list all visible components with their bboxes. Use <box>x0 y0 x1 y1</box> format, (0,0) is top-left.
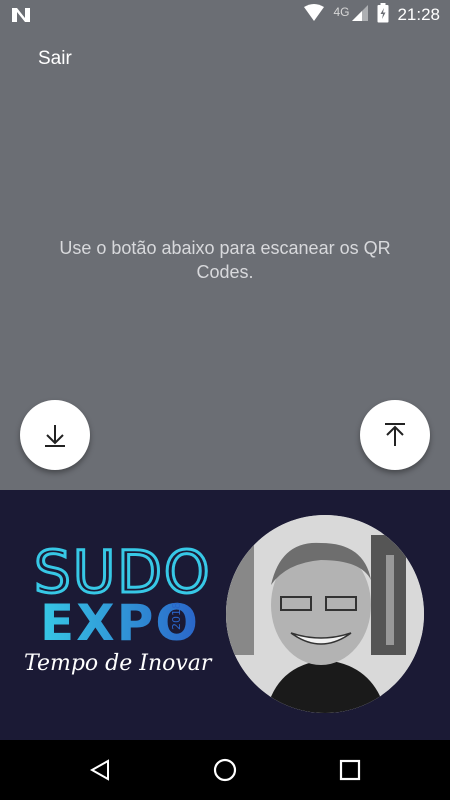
upload-arrow-icon <box>385 423 405 446</box>
n-logo-icon <box>10 6 32 24</box>
home-button[interactable] <box>195 740 255 800</box>
speaker-photo <box>226 515 424 713</box>
download-button[interactable] <box>20 400 90 470</box>
scan-instructions: Use o botão abaixo para escanear os QR C… <box>59 238 391 282</box>
logo-year: 2018 <box>170 602 183 630</box>
back-icon <box>89 759 109 781</box>
navigation-bar <box>0 740 450 800</box>
upload-button[interactable] <box>360 400 430 470</box>
back-button[interactable] <box>70 740 130 800</box>
logo-tagline: Tempo de Inovar <box>24 651 213 676</box>
status-bar: 4G 21:28 <box>0 0 450 30</box>
exit-button[interactable]: Sair <box>38 48 72 70</box>
wifi-icon <box>303 3 325 27</box>
status-icons: 4G 21:28 <box>303 2 440 28</box>
recents-icon <box>339 759 361 781</box>
status-time: 21:28 <box>397 5 440 24</box>
signal-icon <box>351 4 369 27</box>
download-arrow-icon <box>45 425 65 447</box>
recents-button[interactable] <box>320 740 380 800</box>
battery-charging-icon <box>377 2 389 28</box>
sudo-expo-logo: SUDO EXPO 2018 Tempo de Inovar <box>22 537 222 680</box>
home-icon <box>213 758 237 782</box>
network-type-label: 4G <box>333 5 350 19</box>
